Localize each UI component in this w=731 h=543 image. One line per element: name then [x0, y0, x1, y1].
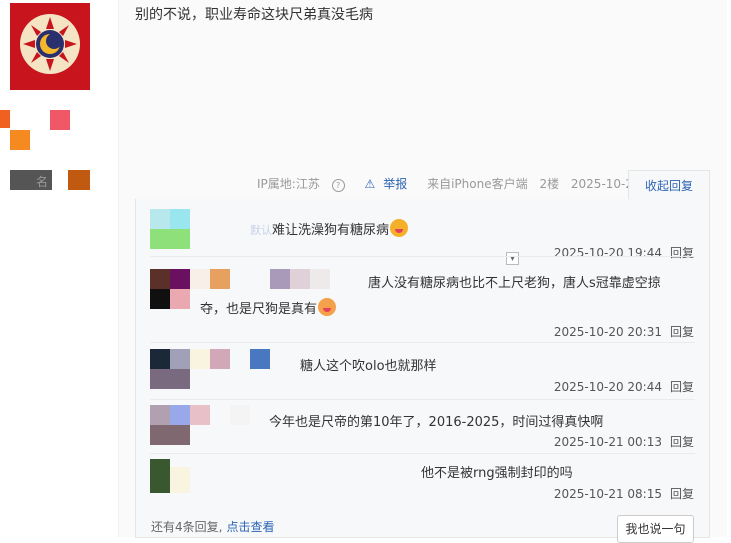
divider	[150, 453, 695, 454]
reply-button[interactable]: 回复	[670, 380, 694, 394]
reply-avatar[interactable]	[150, 459, 192, 501]
reply-timestamp: 2025-10-20 20:31	[553, 325, 662, 339]
ip-location: IP属地:江苏 ?	[257, 177, 353, 192]
blurred-username	[190, 349, 210, 369]
reply-meta: 2025-10-20 19:44 回复	[554, 244, 694, 261]
reply-text: 夺，也是尺狗是真有	[200, 298, 337, 317]
reply-avatar[interactable]	[150, 349, 192, 391]
blurred-username	[190, 269, 210, 289]
reply-button[interactable]: 回复	[670, 435, 694, 449]
blurred-username	[270, 269, 290, 289]
blurred-username	[210, 269, 230, 289]
reply-panel: 默认难让洗澡狗有糖尿病 ▾ 2025-10-20 19:44 回复 唐人没有糖尿病…	[135, 199, 710, 543]
blurred-badge	[10, 130, 30, 150]
post-meta: IP属地:江苏 ? ⚠ 举报 来自iPhone客户端 2楼 2025-10-20 …	[257, 175, 687, 192]
reply-timestamp: 2025-10-21 00:13	[553, 435, 662, 449]
more-replies-row: 还有4条回复, 点击查看	[151, 518, 274, 535]
blurred-badge	[68, 170, 90, 190]
author-sidebar: 名	[0, 0, 118, 537]
reply-meta: 2025-10-21 08:15 回复	[554, 485, 694, 502]
reply-button[interactable]: 回复	[670, 487, 694, 501]
post-body: 别的不说，职业寿命这块尺弟真没毛病	[135, 7, 373, 23]
warning-icon: ⚠	[364, 177, 376, 191]
reply-avatar[interactable]	[150, 209, 192, 251]
divider	[150, 399, 695, 400]
reply-compose-button[interactable]: 我也说一句	[617, 515, 694, 543]
source-label: 来自iPhone客户端	[427, 177, 528, 191]
reply-button[interactable]: 回复	[670, 246, 694, 260]
sidebar-label: 名	[36, 175, 49, 189]
floor-label: 2楼	[539, 177, 560, 191]
reply-meta: 2025-10-21 00:13 回复	[554, 433, 694, 450]
reply-text: 唐人没有糖尿病也比不上尺老狗，唐人s冠靠虚空掠	[368, 276, 661, 291]
blurred-username	[230, 405, 250, 425]
blurred-username	[190, 405, 210, 425]
help-icon[interactable]: ?	[331, 179, 345, 192]
blurred-username	[290, 269, 310, 289]
more-replies-count: 还有4条回复,	[151, 520, 223, 534]
sun-logo-icon	[20, 14, 80, 74]
view-more-link[interactable]: 点击查看	[226, 520, 274, 534]
reply-meta: 2025-10-20 20:44 回复	[554, 378, 694, 395]
divider	[150, 256, 695, 257]
blurred-badge	[0, 110, 10, 128]
blurred-badge	[50, 110, 70, 130]
divider	[150, 342, 695, 343]
tongue-emoji-icon	[390, 219, 409, 237]
surprised-emoji-icon	[318, 298, 337, 316]
collapse-replies-button[interactable]: 收起回复	[628, 170, 710, 201]
reply-avatar[interactable]	[150, 405, 192, 447]
reply-item: 他不是被rng强制封印的吗 2025-10-21 08:15 回复	[136, 457, 709, 513]
reply-text: 默认难让洗澡狗有糖尿病	[250, 219, 409, 238]
reply-text: 今年也是尺帝的第10年了，2016-2025，时间过得真快啊	[269, 415, 604, 430]
blurred-username	[250, 349, 270, 369]
author-avatar[interactable]	[10, 3, 90, 90]
reply-timestamp: 2025-10-21 08:15	[553, 487, 662, 501]
reply-avatar[interactable]	[150, 269, 192, 311]
reply-item: 默认难让洗澡狗有糖尿病 ▾ 2025-10-20 19:44 回复	[136, 207, 709, 265]
reply-button[interactable]: 回复	[670, 325, 694, 339]
reply-timestamp: 2025-10-20 20:44	[553, 380, 662, 394]
reply-text: 糖人这个吹olo也就那样	[300, 359, 437, 374]
reply-item: 糖人这个吹olo也就那样 2025-10-20 20:44 回复	[136, 347, 709, 403]
reply-text: 他不是被rng强制封印的吗	[421, 466, 573, 481]
blurred-username	[310, 269, 330, 289]
reply-meta: 2025-10-20 20:31 回复	[554, 323, 694, 340]
report-button[interactable]: ⚠ 举报	[364, 177, 415, 191]
reply-item: 唐人没有糖尿病也比不上尺老狗，唐人s冠靠虚空掠 夺，也是尺狗是真有 2025-1…	[136, 261, 709, 341]
blurred-username	[210, 349, 230, 369]
reply-item: 今年也是尺帝的第10年了，2016-2025，时间过得真快啊 2025-10-2…	[136, 403, 709, 459]
reply-timestamp: 2025-10-20 19:44	[553, 246, 662, 260]
